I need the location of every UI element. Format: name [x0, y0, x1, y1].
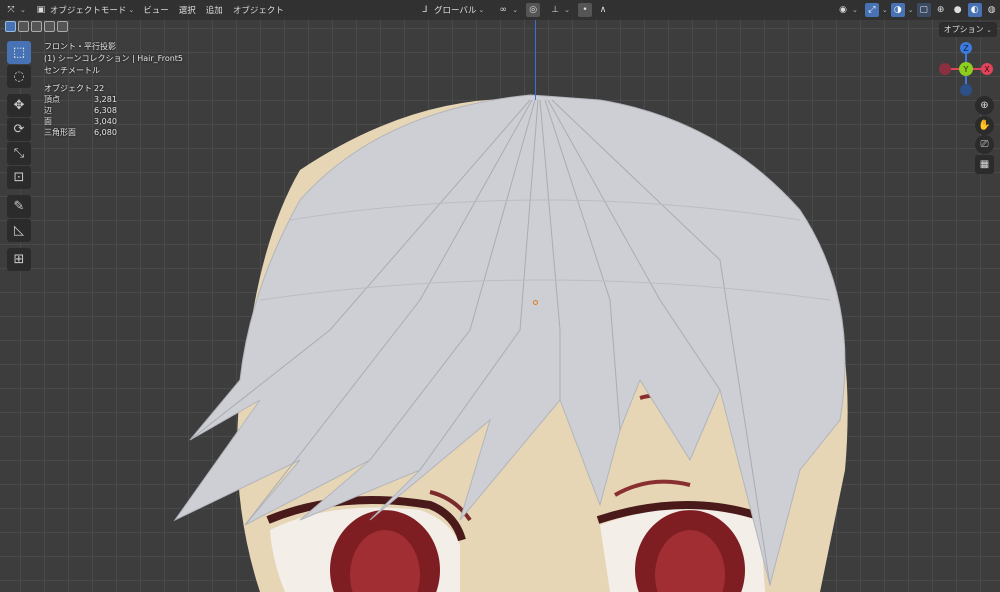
gizmo-x-label: X: [984, 65, 990, 74]
gizmo-z-label: Z: [963, 44, 969, 53]
tool-shelf: ⬚ ◌ ✥ ⟳ ⤡ ⊡ ✎ ◺ ⊞: [7, 41, 31, 272]
stat-value: 3,040: [94, 117, 117, 126]
stat-label: 頂点: [44, 95, 60, 104]
select-intersect-icon[interactable]: [57, 21, 68, 32]
select-subtract-icon[interactable]: [31, 21, 42, 32]
mode-label: オブジェクトモード: [49, 6, 127, 16]
menu-add[interactable]: 追加: [201, 4, 228, 16]
move-tool[interactable]: ✥: [7, 94, 31, 117]
stat-label: 三角形面: [44, 128, 76, 137]
menu-view[interactable]: ビュー: [138, 4, 174, 16]
transform-orientation-dropdown[interactable]: ⅃ グローバル ⌄: [414, 1, 488, 19]
z-axis-line: [535, 18, 536, 100]
snap-toggle-icon[interactable]: ◎: [526, 3, 541, 17]
add-cube-tool[interactable]: ⊞: [7, 248, 31, 271]
stat-value: 22: [94, 84, 105, 93]
pivot-dropdown[interactable]: ∞ ⌄: [492, 1, 522, 19]
object-mode-icon: ▣: [36, 5, 46, 15]
editor-type-button[interactable]: ⤧ ⌄: [0, 1, 30, 19]
menu-select[interactable]: 選択: [174, 4, 201, 16]
gizmo-neg-z-axis[interactable]: [960, 84, 972, 96]
overlay-dropdown[interactable]: ⌄: [908, 6, 914, 14]
pan-view-button[interactable]: ✋: [975, 116, 994, 135]
menu-object[interactable]: オブジェクト: [228, 4, 289, 16]
shading-wireframe-icon[interactable]: ⊕: [934, 3, 948, 17]
stat-label: 辺: [44, 106, 52, 115]
orientation-label: グローバル: [434, 6, 477, 16]
shading-material-icon[interactable]: ◐: [967, 3, 982, 17]
orientation-icon: ⅃: [422, 5, 428, 15]
viewport-header: ⤧ ⌄ ▣ オブジェクトモード ⌄ ビュー 選択 追加 オブジェクト ⅃ グローバル ⌄ …: [0, 0, 1000, 20]
gizmo-y-label: Y: [963, 65, 969, 74]
select-invert-icon[interactable]: [44, 21, 55, 32]
rotate-tool[interactable]: ⟳: [7, 118, 31, 141]
eye-icon: ◉: [839, 5, 847, 15]
mode-dropdown[interactable]: ▣ オブジェクトモード ⌄: [30, 1, 138, 19]
stat-value: 6,080: [94, 128, 117, 137]
gizmo-toggle-icon[interactable]: ⤢: [864, 3, 879, 17]
snap-increment-icon: ⊥: [551, 5, 560, 15]
gizmo-neg-x-axis[interactable]: [939, 63, 951, 75]
overlay-toggle-icon[interactable]: ◑: [890, 3, 905, 17]
toggle-projection-button[interactable]: ▦: [975, 155, 994, 174]
falloff-icon[interactable]: ∧: [596, 3, 610, 17]
zoom-view-button[interactable]: ⊕: [975, 96, 994, 115]
object-origin-marker: [533, 300, 538, 305]
select-extend-icon[interactable]: [18, 21, 29, 32]
scale-tool[interactable]: ⤡: [7, 142, 31, 165]
transform-icon: ⤧: [7, 5, 15, 15]
viewport-info-overlay: フロント・平行投影 (1) シーンコレクション | Hair_Front5 セン…: [44, 41, 183, 138]
proportional-edit-icon[interactable]: •: [578, 3, 593, 17]
navigation-gizmo[interactable]: Z X Y: [935, 38, 997, 98]
stat-label: 面: [44, 117, 52, 126]
scene-statistics: オブジェクト 22 頂点 3,281 辺 6,308 面 3,040 三角形面 6,080: [44, 83, 183, 138]
xray-toggle-icon[interactable]: ▢: [916, 3, 931, 17]
selection-mode-buttons: [5, 21, 68, 32]
shading-solid-icon[interactable]: ●: [951, 3, 965, 17]
camera-view-button[interactable]: ⎚: [975, 135, 994, 154]
shading-rendered-icon[interactable]: ◍: [985, 3, 999, 17]
stat-label: オブジェクト: [44, 84, 92, 93]
visibility-dropdown[interactable]: ◉ ⌄: [832, 1, 862, 19]
select-new-icon[interactable]: [5, 21, 16, 32]
transform-tool[interactable]: ⊡: [7, 166, 31, 189]
snap-dropdown[interactable]: ⊥ ⌄: [544, 1, 574, 19]
zoom-icon: ⊕: [980, 100, 989, 111]
eye-right: [596, 501, 772, 592]
camera-icon: ⎚: [980, 139, 989, 150]
select-box-tool[interactable]: ⬚: [7, 41, 31, 64]
view-name: フロント・平行投影: [44, 42, 116, 51]
stat-value: 6,308: [94, 106, 117, 115]
options-label: オプション: [943, 25, 984, 34]
measure-tool[interactable]: ◺: [7, 219, 31, 242]
link-icon: ∞: [499, 5, 508, 15]
grid-icon: ▦: [979, 159, 990, 170]
stat-value: 3,281: [94, 95, 117, 104]
units-label: センチメートル: [44, 66, 100, 75]
gizmo-dropdown[interactable]: ⌄: [882, 6, 888, 14]
annotate-tool[interactable]: ✎: [7, 195, 31, 218]
hand-icon: ✋: [978, 120, 991, 131]
options-dropdown[interactable]: オプション ⌄: [938, 22, 997, 37]
cursor-tool[interactable]: ◌: [7, 65, 31, 88]
collection-label: (1) シーンコレクション | Hair_Front5: [44, 54, 184, 63]
